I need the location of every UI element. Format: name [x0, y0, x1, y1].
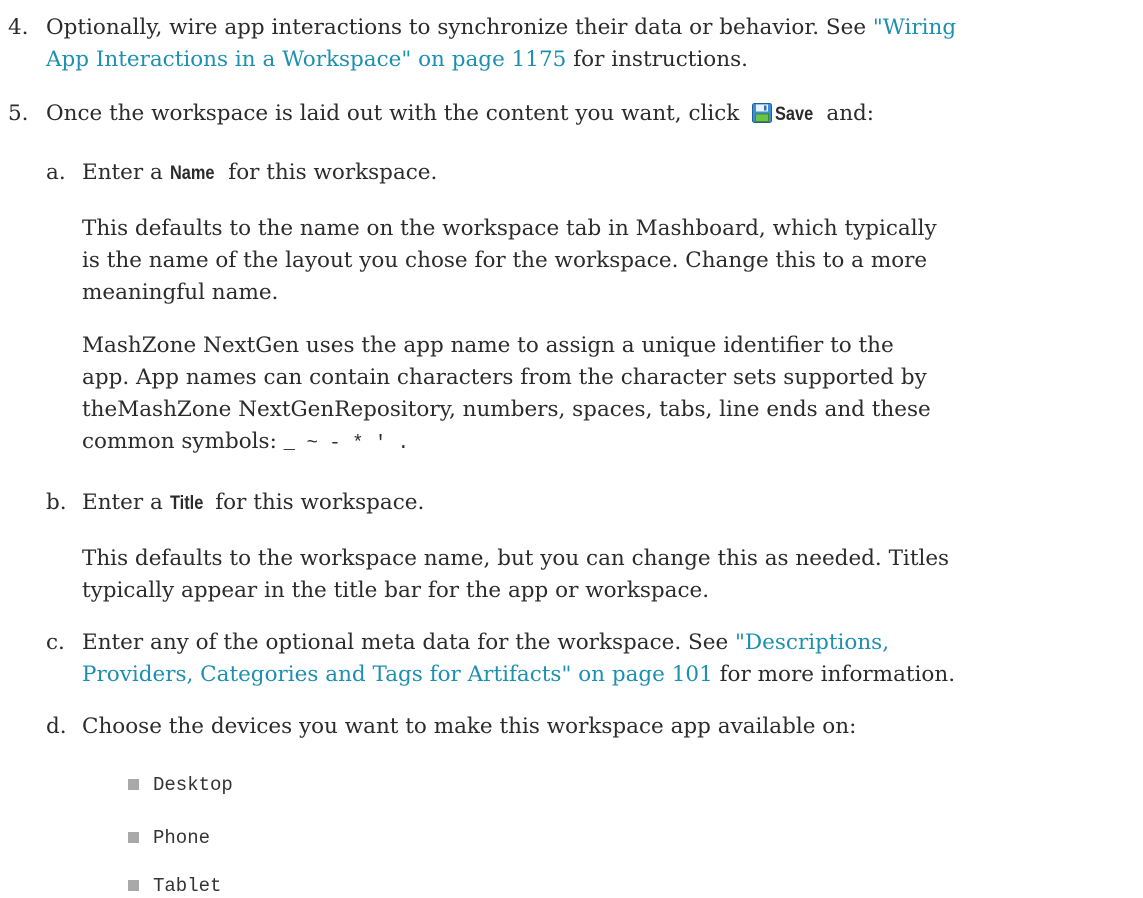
bullet-square-icon: [128, 880, 139, 891]
para-line: is the name of the layout you chose for …: [82, 248, 928, 273]
device-label: Phone: [153, 827, 211, 849]
substep-c-intro: Enter any of the optional meta data for …: [82, 630, 736, 655]
substep-a-intro: Enter a: [82, 160, 170, 185]
substep-b-intro: Enter a: [82, 490, 170, 515]
para-line: app. App names can contain characters fr…: [82, 365, 927, 390]
para-line: This defaults to the workspace name, but…: [82, 546, 950, 571]
para-line: MashZone NextGen uses the app name to as…: [82, 333, 894, 358]
save-floppy-icon: [752, 103, 773, 123]
substep-letter: d.: [46, 714, 67, 739]
device-list-item: Phone: [128, 822, 1128, 854]
step-5-text: Once the workspace is laid out with the …: [46, 98, 1136, 131]
device-label: Tablet: [153, 875, 222, 897]
device-list-item: Tablet: [128, 875, 1128, 897]
device-list-item: Desktop: [128, 769, 1128, 801]
device-label: Desktop: [153, 774, 233, 796]
bullet-square-icon: [128, 832, 139, 843]
symbols-list: _ ~ - * ' .: [283, 432, 410, 454]
substep-letter: c.: [46, 630, 65, 655]
step-4-text: Optionally, wire app interactions to syn…: [46, 12, 1136, 76]
para-line: typically appear in the title bar for th…: [82, 578, 710, 603]
title-explanation: This defaults to the workspace name, but…: [82, 543, 1136, 607]
step-4-intro: Optionally, wire app interactions to syn…: [46, 15, 873, 40]
substep-a-outro: for this workspace.: [221, 160, 438, 185]
substep-b-outro: for this workspace.: [208, 490, 425, 515]
save-label: Save: [775, 104, 814, 125]
substep-d-text: Choose the devices you want to make this…: [82, 714, 857, 739]
name-label: Name: [169, 163, 215, 184]
substep-b-text: Enter a Title for this workspace.: [82, 487, 1136, 520]
substep-a-text: Enter a Name for this workspace.: [82, 157, 1136, 190]
substep-letter: b.: [46, 490, 67, 515]
bullet-square-icon: [128, 779, 139, 790]
para-line: common symbols: _ ~ - * ' .: [82, 429, 410, 454]
substep-c-outro: for more information.: [712, 662, 956, 687]
step-5-outro: and:: [819, 101, 875, 126]
substep-c-text: Enter any of the optional meta data for …: [82, 627, 1136, 691]
name-explanation: This defaults to the name on the workspa…: [82, 213, 1136, 309]
para-line: This defaults to the name on the workspa…: [82, 216, 937, 241]
step-number: 5.: [8, 101, 29, 126]
step-number: 4.: [8, 15, 29, 40]
title-label: Title: [169, 493, 203, 514]
para-line: meaningful name.: [82, 280, 279, 305]
app-name-rules: MashZone NextGen uses the app name to as…: [82, 330, 1136, 459]
document-page: 4. Optionally, wire app interactions to …: [0, 0, 1143, 898]
substep-letter: a.: [46, 160, 66, 185]
para-line: theMashZone NextGenRepository, numbers, …: [82, 397, 931, 422]
step-4-outro: for instructions.: [566, 47, 748, 72]
step-5-intro: Once the workspace is laid out with the …: [46, 101, 747, 126]
